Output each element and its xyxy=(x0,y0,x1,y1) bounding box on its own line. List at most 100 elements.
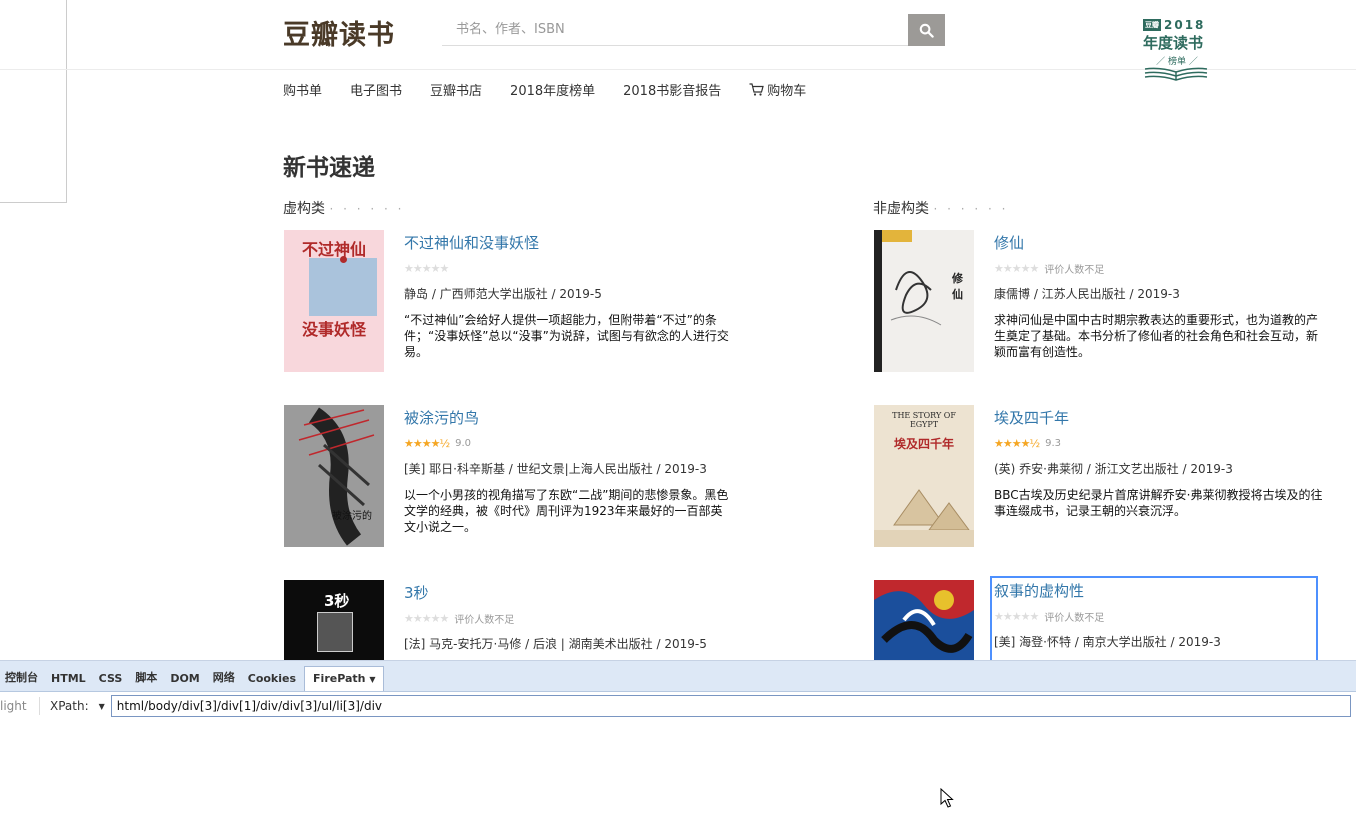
annual-ranking-badge[interactable]: 豆瓣 2018 年度读书 ／ 榜单 ／ xyxy=(1143,18,1211,86)
nav-item-cart[interactable]: 购物车 xyxy=(749,80,806,99)
book-title[interactable]: 叙事的虚构性 xyxy=(994,580,1316,601)
search-input[interactable] xyxy=(442,14,909,46)
tab-html[interactable]: HTML xyxy=(46,672,94,691)
search-button[interactable] xyxy=(908,14,945,46)
xpath-label: XPath: xyxy=(50,699,89,713)
cover-title-top: 不过神仙 xyxy=(301,240,366,259)
cart-label: 购物车 xyxy=(767,84,807,99)
nav-item-ebooks[interactable]: 电子图书 xyxy=(350,80,402,99)
site-header: 豆瓣读书 豆瓣2018 年度读书 ／ 榜单 ／ xyxy=(0,0,1356,81)
cart-icon xyxy=(749,83,765,96)
highlight-toggle[interactable]: light xyxy=(0,697,40,715)
tab-console[interactable]: 控制台 xyxy=(0,669,46,691)
rating-score: 9.3 xyxy=(1045,437,1062,449)
site-logo[interactable]: 豆瓣读书 xyxy=(283,13,395,52)
book-meta: [法] 马克-安托万·马修 / 后浪 | 湖南美术出版社 / 2019-5 xyxy=(404,637,707,651)
nav-item-bookstore[interactable]: 豆瓣书店 xyxy=(430,80,482,99)
book-meta: [美] 海登·怀特 / 南京大学出版社 / 2019-3 xyxy=(994,635,1221,649)
cover-title: 修仙 xyxy=(952,272,963,301)
badge-sub: ／ 榜单 ／ xyxy=(1156,57,1198,67)
cover-en-title: THE STORY OF EGYPT xyxy=(892,411,956,429)
chevron-down-icon: ▼ xyxy=(369,675,376,684)
book-rating: ★★★★★ 评价人数不足 xyxy=(994,261,1324,276)
book-rating: ★★★★½ 9.0 xyxy=(404,436,734,450)
category-nonfiction-label: 非虚构类 xyxy=(873,201,929,217)
search-icon xyxy=(919,23,934,38)
book-title[interactable]: 被涂污的鸟 xyxy=(404,407,734,428)
book-meta: [美] 耶日·科辛斯基 / 世纪文景|上海人民出版社 / 2019-3 xyxy=(404,462,707,476)
book-item: THE STORY OF EGYPT 埃及四千年 埃及四千年 ★★★★½ 9.3 (… xyxy=(874,405,1322,555)
category-nonfiction[interactable]: 非虚构类 · · · · · · xyxy=(873,198,1008,218)
book-info: 3秒 ★★★★★ 评价人数不足 [法] 马克-安托万·马修 / 后浪 | 湖南美术… xyxy=(404,582,734,662)
book-desc: 以一个小男孩的视角描写了东欧“二战”期间的悲惨景象。黑色文学的经典，被《时代》周… xyxy=(404,488,729,534)
book-cover[interactable]: 被涂污的 xyxy=(284,405,384,547)
category-fiction-label: 虚构类 xyxy=(283,201,325,217)
cover-title: 被涂污的 xyxy=(332,511,372,522)
star-rating-icon: ★★★★½ xyxy=(994,436,1040,450)
category-dots: · · · · · · xyxy=(329,202,405,216)
star-rating-icon: ★★★★★ xyxy=(994,261,1039,275)
open-book-icon xyxy=(1144,67,1208,81)
cover-title: 埃及四千年 xyxy=(893,437,954,451)
tab-dom[interactable]: DOM xyxy=(165,672,207,691)
book-item: 修仙 修仙 ★★★★★ 评价人数不足 康儒博 / 江苏人民出版社 / 2019-3… xyxy=(874,230,1318,380)
category-fiction[interactable]: 虚构类 · · · · · · xyxy=(283,198,404,218)
book-meta: (英) 乔安·弗莱彻 / 浙江文艺出版社 / 2019-3 xyxy=(994,462,1233,476)
book-desc: 求神问仙是中国中古时期宗教表达的重要形式，也为道教的产生奠定了基础。本书分析了修… xyxy=(994,313,1319,359)
cover-title: 3秒 xyxy=(324,592,350,610)
book-cover[interactable]: THE STORY OF EGYPT 埃及四千年 xyxy=(874,405,974,547)
book-desc: BBC古埃及历史纪录片首席讲解乔安·弗莱彻教授将古埃及的往事连缀成书，记录王朝的… xyxy=(994,488,1323,518)
book-desc: “不过神仙”会给好人提供一项超能力，但附带着“不过”的条件；“没事妖怪”总以“没… xyxy=(404,313,729,359)
book-meta: 康儒博 / 江苏人民出版社 / 2019-3 xyxy=(994,287,1180,301)
tab-script[interactable]: 脚本 xyxy=(130,669,165,691)
search-bar xyxy=(442,14,945,46)
book-rating: ★★★★★ xyxy=(404,261,734,275)
tab-css[interactable]: CSS xyxy=(94,672,131,691)
star-rating-icon: ★★★★½ xyxy=(404,436,450,450)
nav-item-booklist[interactable]: 购书单 xyxy=(283,80,322,99)
book-item: 不过神仙 没事妖怪 不过神仙和没事妖怪 ★★★★★ 静岛 / 广西师范大学出版社… xyxy=(284,230,729,380)
main-nav: 购书单 电子图书 豆瓣书店 2018年度榜单 2018书影音报告 购物车 xyxy=(283,80,806,99)
book-meta: 静岛 / 广西师范大学出版社 / 2019-5 xyxy=(404,287,602,301)
book-title[interactable]: 埃及四千年 xyxy=(994,407,1324,428)
devtools-tabs: 控制台 HTML CSS 脚本 DOM 网络 Cookies FirePath … xyxy=(0,661,1356,692)
book-info: 修仙 ★★★★★ 评价人数不足 康儒博 / 江苏人民出版社 / 2019-3 求神… xyxy=(994,232,1324,360)
badge-title: 年度读书 xyxy=(1143,34,1204,52)
xpath-input[interactable]: html/body/div[3]/div[1]/div/div[3]/ul/li… xyxy=(110,695,1351,717)
book-title[interactable]: 修仙 xyxy=(994,232,1324,253)
book-title[interactable]: 3秒 xyxy=(404,582,734,603)
book-item: 被涂污的 被涂污的鸟 ★★★★½ 9.0 [美] 耶日·科辛斯基 / 世纪文景|上… xyxy=(284,405,728,555)
book-rating: ★★★★★ 评价人数不足 xyxy=(994,609,1316,624)
rating-text: 评价人数不足 xyxy=(1044,612,1105,624)
devtools-panel: 控制台 HTML CSS 脚本 DOM 网络 Cookies FirePath … xyxy=(0,660,1356,814)
cover-title-bottom: 没事妖怪 xyxy=(301,320,366,339)
section-title: 新书速递 xyxy=(283,155,375,181)
book-cover[interactable] xyxy=(874,580,974,660)
mouse-cursor-icon xyxy=(940,788,954,808)
nav-item-report[interactable]: 2018书影音报告 xyxy=(623,80,721,99)
rating-text: 评价人数不足 xyxy=(1044,264,1105,276)
book-rating: ★★★★½ 9.3 xyxy=(994,436,1324,450)
xpath-selector[interactable]: XPath: ▼ xyxy=(40,699,111,713)
tab-firepath[interactable]: FirePath ▼ xyxy=(304,666,385,691)
badge-tag: 豆瓣 xyxy=(1143,19,1161,31)
star-rating-icon: ★★★★★ xyxy=(404,611,449,625)
book-info: 不过神仙和没事妖怪 ★★★★★ 静岛 / 广西师范大学出版社 / 2019-5 … xyxy=(404,232,734,360)
book-cover[interactable]: 不过神仙 没事妖怪 xyxy=(284,230,384,372)
book-cover[interactable]: 3秒 xyxy=(284,580,384,660)
tab-firepath-label: FirePath xyxy=(313,672,366,685)
tab-network[interactable]: 网络 xyxy=(208,669,243,691)
category-dots: · · · · · · xyxy=(933,202,1009,216)
rating-score: 9.0 xyxy=(455,437,472,449)
badge-year: 2018 xyxy=(1164,18,1206,32)
book-cover[interactable]: 修仙 xyxy=(874,230,974,372)
book-title[interactable]: 不过神仙和没事妖怪 xyxy=(404,232,734,253)
book-item: 3秒 3秒 ★★★★★ 评价人数不足 [法] 马克-安托万·马修 / 后浪 | 湖… xyxy=(284,580,726,660)
star-rating-icon: ★★★★★ xyxy=(994,609,1039,623)
rating-text: 评价人数不足 xyxy=(454,614,515,626)
star-rating-icon: ★★★★★ xyxy=(404,261,449,275)
nav-item-annual-ranking[interactable]: 2018年度榜单 xyxy=(510,80,595,99)
tab-cookies[interactable]: Cookies xyxy=(243,672,304,691)
firepath-toolbar: light XPath: ▼ html/body/div[3]/div[1]/di… xyxy=(0,692,1356,720)
book-info-highlighted: 叙事的虚构性 ★★★★★ 评价人数不足 [美] 海登·怀特 / 南京大学出版社 /… xyxy=(990,576,1318,662)
